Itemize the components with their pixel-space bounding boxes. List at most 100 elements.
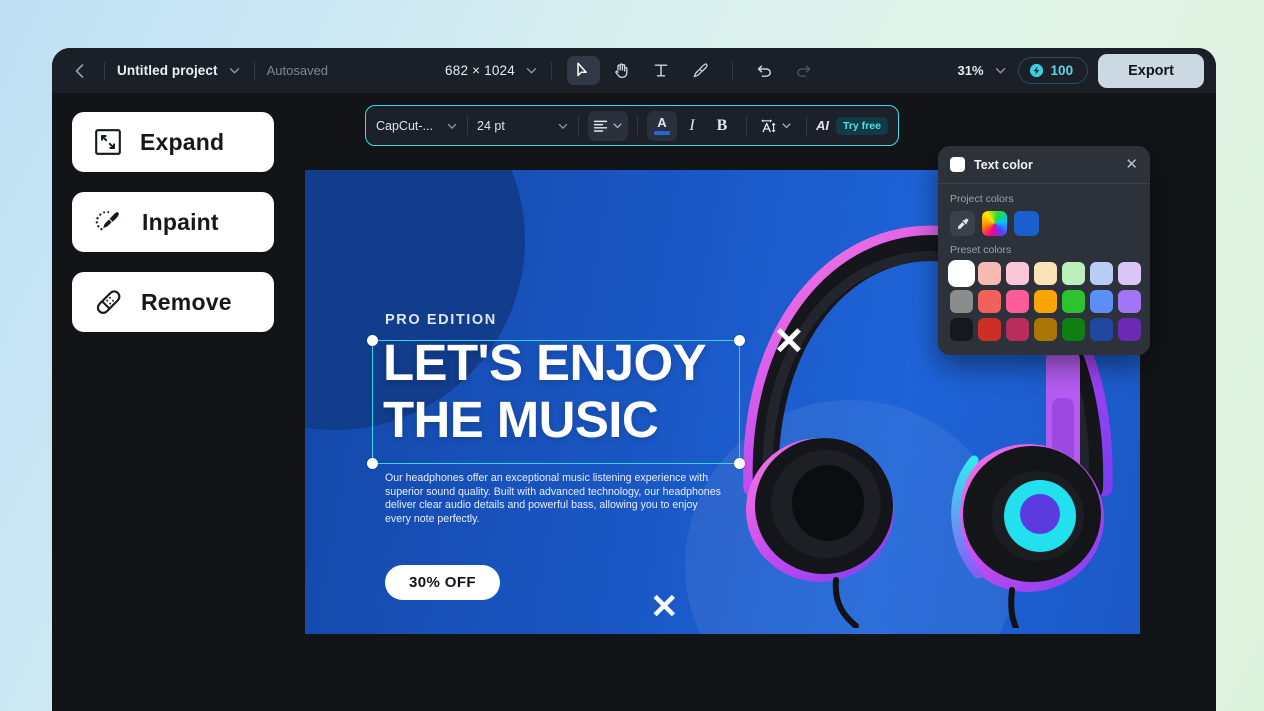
letter-a-color-icon: A xyxy=(657,114,667,130)
project-colors-row xyxy=(950,211,1138,236)
text-align-button[interactable] xyxy=(588,110,628,141)
preset-color-swatch-16[interactable] xyxy=(1006,318,1029,341)
preset-color-swatch-18[interactable] xyxy=(1062,318,1085,341)
project-name[interactable]: Untitled project xyxy=(117,63,218,78)
project-color-swatch-blue[interactable] xyxy=(1014,211,1039,236)
export-button[interactable]: Export xyxy=(1098,53,1204,88)
preset-color-swatch-19[interactable] xyxy=(1090,318,1113,341)
close-x-icon[interactable]: ✕ xyxy=(1125,157,1138,172)
preset-color-swatch-15[interactable] xyxy=(978,318,1001,341)
canvas-headline-text[interactable]: LET'S ENJOY THE MUSIC xyxy=(383,334,707,448)
redo-arrow-icon xyxy=(797,65,811,77)
text-format-toolbar: CapCut-... 24 pt A I B AI Try free xyxy=(365,105,899,146)
canvas-size-chevron-down-icon[interactable] xyxy=(525,64,539,78)
left-tool-panel: Expand Inpaint Remove xyxy=(72,112,274,332)
project-chevron-down-icon[interactable] xyxy=(228,64,242,78)
preset-color-swatch-12[interactable] xyxy=(1090,290,1113,313)
current-color-swatch xyxy=(950,157,965,172)
redo-button[interactable] xyxy=(787,56,820,85)
preset-color-swatch-20[interactable] xyxy=(1118,318,1141,341)
preset-colors-grid xyxy=(950,262,1141,341)
ai-try-free-button[interactable]: AI Try free xyxy=(816,116,888,135)
canvas-eyebrow-text: PRO EDITION xyxy=(385,312,497,328)
letter-spacing-button[interactable] xyxy=(756,111,797,141)
inpaint-tool-label: Inpaint xyxy=(142,208,219,235)
letter-spacing-icon xyxy=(761,119,776,132)
preset-color-swatch-14[interactable] xyxy=(950,318,973,341)
project-color-swatch-rainbow[interactable] xyxy=(982,211,1007,236)
bold-button[interactable]: B xyxy=(707,111,737,141)
credits-count: 100 xyxy=(1050,63,1074,78)
preset-color-swatch-3[interactable] xyxy=(1034,262,1057,285)
back-button[interactable] xyxy=(66,58,92,84)
preset-color-swatch-5[interactable] xyxy=(1090,262,1113,285)
remove-tool-label: Remove xyxy=(141,288,232,315)
align-left-icon xyxy=(593,120,608,132)
credits-badge[interactable]: 100 xyxy=(1017,57,1089,84)
inpaint-tool-button[interactable]: Inpaint xyxy=(72,192,274,252)
divider xyxy=(637,116,638,135)
divider xyxy=(578,116,579,135)
color-panel-header: Text color ✕ xyxy=(938,146,1150,184)
divider xyxy=(731,61,733,80)
topbar-left-group: Untitled project Autosaved xyxy=(52,58,328,84)
preset-color-swatch-6[interactable] xyxy=(1118,262,1141,285)
zoom-level[interactable]: 31% xyxy=(958,63,984,78)
brush-icon xyxy=(693,63,708,78)
divider xyxy=(104,61,105,80)
zoom-chevron-down-icon[interactable] xyxy=(994,64,1008,78)
preset-color-swatch-7[interactable] xyxy=(950,290,973,313)
preset-color-swatch-11[interactable] xyxy=(1062,290,1085,313)
undo-button[interactable] xyxy=(748,56,781,85)
preset-color-swatch-17[interactable] xyxy=(1034,318,1057,341)
remove-tool-button[interactable]: Remove xyxy=(72,272,274,332)
autosave-status: Autosaved xyxy=(266,63,329,78)
brush-tool-button[interactable] xyxy=(684,56,717,85)
bold-label: B xyxy=(716,116,728,134)
color-panel-title: Text color xyxy=(974,157,1033,172)
color-panel-body: Project colors Preset colors xyxy=(938,184,1150,351)
divider xyxy=(550,61,552,80)
font-size-value: 24 pt xyxy=(477,118,505,133)
try-free-badge: Try free xyxy=(836,116,888,135)
preset-color-swatch-8[interactable] xyxy=(978,290,1001,313)
preset-color-swatch-13[interactable] xyxy=(1118,290,1141,313)
inpaint-brush-icon xyxy=(95,211,119,231)
canvas-body-text[interactable]: Our headphones offer an exceptional musi… xyxy=(385,472,725,526)
canvas-size-label[interactable]: 682 × 1024 xyxy=(445,63,515,78)
italic-label: I xyxy=(689,116,695,134)
app-window: Untitled project Autosaved 682 × 1024 31… xyxy=(52,48,1216,711)
eyedropper-button[interactable] xyxy=(950,211,975,236)
expand-tool-button[interactable]: Expand xyxy=(72,112,274,172)
spacing-chevron-down-icon xyxy=(782,123,791,129)
preset-color-swatch-2[interactable] xyxy=(1006,262,1029,285)
expand-frame-icon xyxy=(95,129,121,155)
divider xyxy=(806,116,807,135)
project-colors-label: Project colors xyxy=(950,193,1014,205)
font-size-select[interactable]: 24 pt xyxy=(477,112,569,140)
align-chevron-down-icon xyxy=(613,123,622,129)
text-color-panel: Text color ✕ Project colors Preset color… xyxy=(938,146,1150,355)
hand-icon xyxy=(615,63,628,79)
italic-button[interactable]: I xyxy=(677,111,707,141)
text-tool-button[interactable] xyxy=(645,56,678,85)
preset-color-swatch-0[interactable] xyxy=(950,262,973,285)
credit-coin-icon xyxy=(1029,63,1043,78)
canvas-decor-x-1: ✕ xyxy=(773,321,805,363)
topbar-right-group: 31% 100 Export xyxy=(958,48,1204,93)
font-family-select[interactable]: CapCut-... xyxy=(376,112,458,140)
preset-color-swatch-4[interactable] xyxy=(1062,262,1085,285)
preset-color-swatch-9[interactable] xyxy=(1006,290,1029,313)
ai-label: AI xyxy=(816,118,829,133)
hand-tool-button[interactable] xyxy=(606,56,639,85)
divider xyxy=(467,116,468,135)
preset-color-swatch-10[interactable] xyxy=(1034,290,1057,313)
eyedropper-icon xyxy=(957,218,968,229)
preset-color-swatch-1[interactable] xyxy=(978,262,1001,285)
text-t-icon xyxy=(655,64,668,77)
select-tool-button[interactable] xyxy=(566,56,600,85)
canvas-decor-x-2: ✕ xyxy=(650,588,679,626)
preset-colors-label: Preset colors xyxy=(950,244,1012,256)
text-color-button[interactable]: A xyxy=(647,110,677,141)
canvas-discount-badge: 30% OFF xyxy=(385,565,500,600)
